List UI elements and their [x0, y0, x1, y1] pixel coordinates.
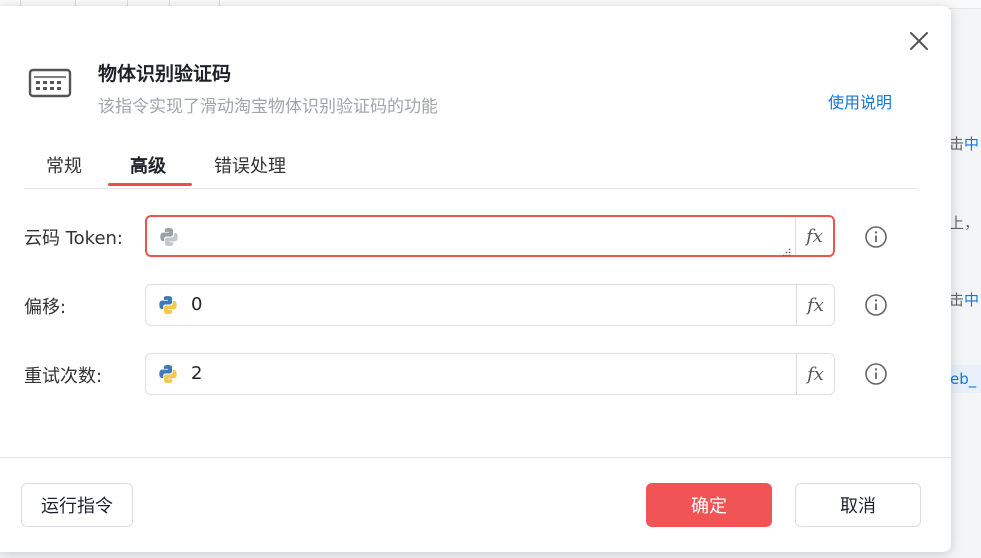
cancel-button[interactable]: 取消 — [795, 483, 921, 527]
tab-bar: 常规 高级 错误处理 — [24, 142, 918, 189]
fx-button[interactable]: fx — [795, 217, 833, 255]
background-text: 击中 — [949, 291, 980, 309]
tab-error-handling[interactable]: 错误处理 — [214, 152, 286, 178]
fx-button[interactable]: fx — [796, 285, 834, 325]
active-tab-indicator — [108, 183, 192, 186]
keyboard-icon — [28, 66, 72, 100]
offset-value: 0 — [191, 294, 203, 315]
tab-general[interactable]: 常规 — [46, 152, 82, 178]
python-icon — [158, 295, 178, 315]
token-input[interactable]: fx — [145, 215, 835, 257]
background-text: 击中 — [949, 135, 980, 153]
command-dialog: 物体识别验证码 该指令实现了滑动淘宝物体识别验证码的功能 使用说明 常规 高级 … — [0, 6, 951, 552]
fx-button[interactable]: fx — [796, 354, 834, 394]
close-icon[interactable] — [906, 28, 932, 54]
help-link[interactable]: 使用说明 — [828, 89, 892, 113]
retry-count-value: 2 — [191, 363, 203, 384]
retry-count-label: 重试次数: — [24, 366, 103, 387]
dialog-subtitle: 该指令实现了滑动淘宝物体识别验证码的功能 — [98, 97, 438, 117]
retry-count-input[interactable]: 2 fx — [145, 353, 835, 395]
footer-divider — [0, 457, 951, 458]
info-icon[interactable] — [864, 293, 888, 317]
confirm-button[interactable]: 确定 — [646, 483, 772, 527]
offset-label: 偏移: — [24, 297, 67, 318]
offset-input[interactable]: 0 fx — [145, 284, 835, 326]
info-icon[interactable] — [864, 225, 888, 249]
python-icon — [159, 227, 179, 247]
token-label: 云码 Token: — [24, 228, 123, 249]
background-text: 上， — [949, 214, 980, 232]
run-command-button[interactable]: 运行指令 — [21, 483, 133, 527]
tab-advanced[interactable]: 高级 — [130, 152, 166, 178]
dialog-title: 物体识别验证码 — [98, 63, 232, 85]
python-icon — [158, 364, 178, 384]
info-icon[interactable] — [864, 362, 888, 386]
resize-handle-icon[interactable] — [782, 242, 791, 257]
